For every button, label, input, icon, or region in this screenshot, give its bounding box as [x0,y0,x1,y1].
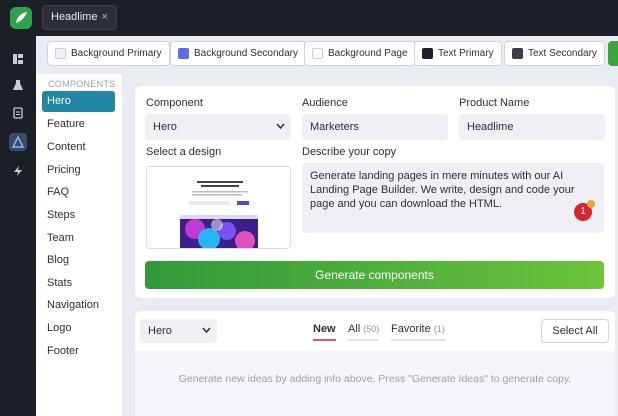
describe-copy-label: Describe your copy [302,146,397,158]
results-card: Hero New All (50) Favorite (1) Select Al… [135,311,615,416]
close-icon[interactable]: × [101,6,107,29]
swatch-label: Background Page [328,48,408,59]
app-logo[interactable] [10,7,32,29]
left-rail [0,36,36,416]
component-form-card: Component Hero Audience Marketers Produc… [135,86,615,298]
component-select[interactable]: Hero [145,114,291,140]
sidebar-item-hero[interactable]: Hero [42,91,115,112]
swatch-label: Background Secondary [194,48,298,59]
swatch-text-secondary[interactable]: Text Secondary [504,41,605,66]
results-toolbar: Hero New All (50) Favorite (1) Select Al… [135,311,615,351]
swatch-label: Background Primary [71,48,162,59]
swatch-label: Text Secondary [528,48,597,59]
sidebar-item-navigation[interactable]: Navigation [42,295,115,316]
audience-input[interactable]: Marketers [302,114,448,140]
chevron-down-icon [202,327,211,334]
tab-count: (1) [433,324,445,334]
sidebar-item-content[interactable]: Content [42,137,115,158]
color-chip [178,48,189,59]
sidebar-item-pricing[interactable]: Pricing [42,160,115,181]
color-chip [312,48,323,59]
tab-label: All [348,323,361,335]
tab-label: Headlime [51,11,98,23]
sidebar-item-blog[interactable]: Blog [42,250,115,271]
tab-new[interactable]: New [313,323,336,341]
components-header: COMPONENTS [48,79,116,89]
swatch-background-secondary[interactable]: Background Secondary [170,41,306,66]
swatch-background-page[interactable]: Background Page [304,41,416,66]
sidebar-item-feature[interactable]: Feature [42,114,115,135]
component-label: Component [146,97,203,109]
top-bar: Headlime × [0,0,618,36]
color-chip [422,48,433,59]
sidebar-item-faq[interactable]: FAQ [42,182,115,203]
generate-components-button[interactable]: Generate components [145,261,604,289]
tab-favorite[interactable]: Favorite (1) [391,323,445,341]
chevron-down-icon [276,123,285,130]
tab-count: (50) [363,324,380,334]
badge-plus-icon [587,200,595,208]
bolt-icon[interactable] [9,162,27,180]
document-icon[interactable] [9,104,27,122]
audience-label: Audience [302,97,348,109]
tab-label: Favorite [391,323,431,335]
copy-textarea[interactable]: Generate landing pages in mere minutes w… [302,163,604,233]
product-name-label: Product Name [459,97,530,109]
tab-headlime[interactable]: Headlime × [42,5,117,30]
design-preview[interactable] [146,166,291,249]
sidebar-item-logo[interactable]: Logo [42,318,115,339]
filter-value: Hero [148,325,172,337]
component-value: Hero [153,121,177,133]
components-sidebar: COMPONENTS Hero Feature Content Pricing … [36,74,122,416]
results-filter-select[interactable]: Hero [140,319,217,343]
tab-all[interactable]: All (50) [348,323,380,341]
sidebar-item-stats[interactable]: Stats [42,273,115,294]
product-name-input[interactable]: Headlime [459,114,605,140]
swatch-background-primary[interactable]: Background Primary [47,41,170,66]
select-all-button[interactable]: Select All [541,319,609,343]
swatch-label: Text Primary [438,48,494,59]
sidebar-item-footer[interactable]: Footer [42,341,115,362]
tab-label: New [313,323,336,335]
action-button[interactable] [608,41,618,66]
color-chip [55,48,66,59]
design-thumbnail-image [147,167,290,248]
layout-icon[interactable] [9,50,27,68]
sidebar-item-steps[interactable]: Steps [42,205,115,226]
sidebar-item-team[interactable]: Team [42,228,115,249]
swatch-text-primary[interactable]: Text Primary [414,41,502,66]
select-design-label: Select a design [146,146,222,158]
color-chip [512,48,523,59]
empty-state-hint: Generate new ideas by adding info above.… [178,373,572,385]
flask-icon[interactable] [9,76,27,94]
triangle-icon[interactable] [9,133,27,151]
color-swatch-bar: Background Primary Background Secondary … [36,36,618,74]
